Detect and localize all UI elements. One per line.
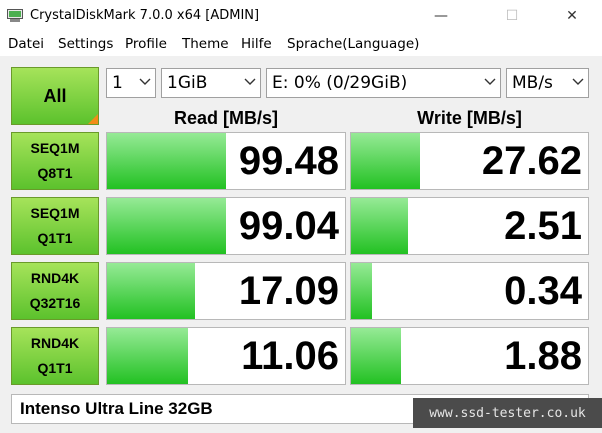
read-value: 17.09 — [238, 269, 339, 313]
read-progress-bar — [107, 198, 226, 254]
close-button[interactable]: ✕ — [549, 0, 595, 32]
write-value: 2.51 — [504, 204, 582, 248]
menu-hilfe[interactable]: Hilfe — [241, 36, 272, 52]
window-title: CrystalDiskMark 7.0.0 x64 [ADMIN] — [30, 8, 260, 23]
write-result-cell: 27.62 — [350, 132, 589, 190]
menu-settings[interactable]: Settings — [58, 36, 113, 52]
test-label-line1: RND4K — [30, 270, 80, 286]
read-result-cell: 99.48 — [106, 132, 346, 190]
write-progress-bar — [351, 263, 373, 319]
write-header: Write [MB/s] — [417, 108, 522, 128]
write-result-cell: 0.34 — [350, 262, 589, 320]
unit-value: MB/s — [512, 73, 553, 93]
read-value: 99.48 — [238, 139, 339, 183]
minimize-button[interactable]: — — [418, 0, 464, 32]
test-label-line2: Q32T16 — [29, 295, 81, 311]
read-progress-bar — [107, 263, 196, 319]
corner-indicator — [88, 114, 98, 124]
all-button[interactable]: All — [11, 67, 99, 125]
read-result-cell: 17.09 — [106, 262, 346, 320]
test-label-line1: SEQ1M — [30, 140, 80, 156]
read-result-cell: 99.04 — [106, 197, 346, 255]
size-value: 1GiB — [167, 73, 208, 93]
unit-select[interactable]: MB/s — [506, 68, 589, 98]
read-header: Read [MB/s] — [173, 108, 278, 128]
read-progress-bar — [107, 328, 188, 384]
menu-bar: Datei Settings Profile Theme Hilfe Sprac… — [0, 32, 602, 56]
read-result-cell: 11.06 — [106, 327, 346, 385]
size-select[interactable]: 1GiB — [161, 68, 261, 98]
test-button-rnd4k-q32t16[interactable]: RND4K Q32T16 — [11, 262, 99, 320]
write-value: 0.34 — [504, 269, 582, 313]
write-progress-bar — [351, 198, 408, 254]
drive-select[interactable]: E: 0% (0/29GiB) — [266, 68, 501, 98]
read-progress-bar — [107, 133, 226, 189]
count-select[interactable]: 1 — [106, 68, 156, 98]
test-label-line1: SEQ1M — [30, 205, 80, 221]
test-button-rnd4k-q1t1[interactable]: RND4K Q1T1 — [11, 327, 99, 385]
test-label-line2: Q1T1 — [37, 230, 73, 246]
test-button-seq1m-q8t1[interactable]: SEQ1M Q8T1 — [11, 132, 99, 190]
count-value: 1 — [112, 73, 123, 93]
chevron-down-icon — [244, 78, 256, 85]
test-label-line2: Q8T1 — [37, 165, 73, 181]
chevron-down-icon — [484, 78, 496, 85]
chevron-down-icon — [139, 78, 151, 85]
read-value: 99.04 — [238, 204, 339, 248]
menu-profile[interactable]: Profile — [125, 36, 167, 52]
maximize-button[interactable]: ☐ — [489, 0, 535, 32]
write-value: 27.62 — [481, 139, 582, 183]
watermark: www.ssd-tester.co.uk — [413, 398, 602, 428]
chevron-down-icon — [572, 78, 584, 85]
comment-text: Intenso Ultra Line 32GB — [20, 399, 213, 418]
all-button-label: All — [43, 85, 67, 106]
app-icon — [7, 9, 23, 22]
test-label-line1: RND4K — [30, 335, 80, 351]
write-progress-bar — [351, 133, 420, 189]
write-value: 1.88 — [504, 334, 582, 378]
write-result-cell: 1.88 — [350, 327, 589, 385]
drive-value: E: 0% (0/29GiB) — [272, 73, 408, 93]
menu-datei[interactable]: Datei — [8, 36, 44, 52]
write-result-cell: 2.51 — [350, 197, 589, 255]
test-label-line2: Q1T1 — [37, 360, 73, 376]
title-bar: CrystalDiskMark 7.0.0 x64 [ADMIN] — ☐ ✕ — [0, 0, 602, 32]
menu-theme[interactable]: Theme — [182, 36, 229, 52]
write-progress-bar — [351, 328, 401, 384]
menu-sprache[interactable]: Sprache(Language) — [287, 36, 419, 52]
test-button-seq1m-q1t1[interactable]: SEQ1M Q1T1 — [11, 197, 99, 255]
read-value: 11.06 — [241, 334, 339, 378]
